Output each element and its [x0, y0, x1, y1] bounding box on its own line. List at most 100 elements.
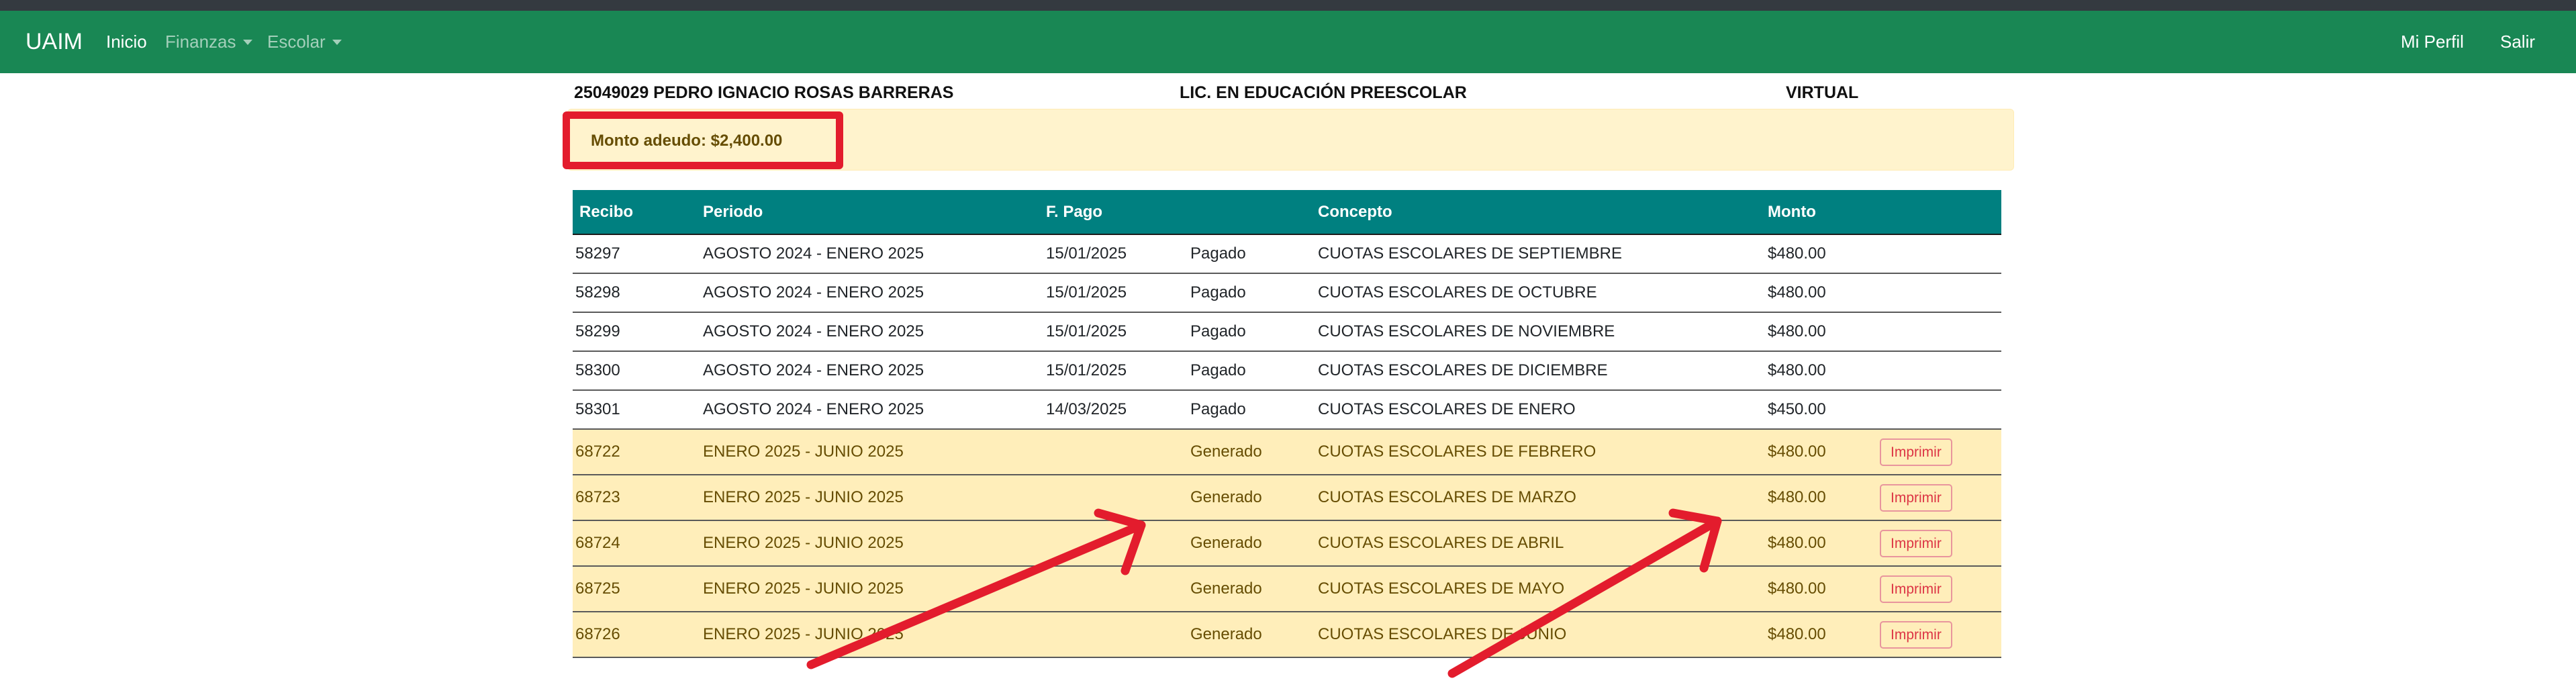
nav-item-label: Salir: [2500, 32, 2536, 52]
cell-recibo: 58297: [573, 234, 687, 274]
column-header-recibo: Recibo: [573, 190, 687, 235]
nav-item-label: Finanzas: [165, 32, 236, 52]
column-header-estado: [1185, 190, 1310, 235]
cell-concepto: CUOTAS ESCOLARES DE ENERO: [1310, 390, 1760, 430]
cell-periodo: ENERO 2025 - JUNIO 2025: [687, 612, 1041, 658]
column-header-action: [1877, 190, 2001, 235]
cell-concepto: CUOTAS ESCOLARES DE OCTUBRE: [1310, 273, 1760, 313]
nav-item-inicio[interactable]: Inicio: [106, 32, 147, 52]
table-row: 58297 AGOSTO 2024 - ENERO 2025 15/01/2025 P…: [573, 234, 2001, 274]
print-button[interactable]: Imprimir: [1880, 483, 1952, 512]
table-row: 58299 AGOSTO 2024 - ENERO 2025 15/01/2025 P…: [573, 312, 2001, 352]
student-program: LIC. EN EDUCACIÓN PREESCOLAR: [1180, 83, 1467, 102]
cell-estado: Generado: [1185, 475, 1310, 521]
navbar: UAIM Inicio Finanzas Escolar Mi Perfil S…: [0, 11, 2576, 73]
cell-estado: Generado: [1185, 429, 1310, 475]
nav-item-label: Inicio: [106, 32, 147, 52]
cell-recibo: 68725: [573, 566, 687, 612]
cell-estado: Generado: [1185, 566, 1310, 612]
cell-monto: $480.00: [1760, 475, 1877, 521]
cell-recibo: 58298: [573, 273, 687, 313]
cell-monto: $450.00: [1760, 390, 1877, 430]
cell-estado: Pagado: [1185, 234, 1310, 274]
cell-fecha: [1041, 612, 1185, 658]
table-row: 68722 ENERO 2025 - JUNIO 2025 Generado CUOT…: [573, 429, 2001, 475]
cell-estado: Pagado: [1185, 312, 1310, 352]
print-button[interactable]: Imprimir: [1880, 620, 1952, 649]
cell-concepto: CUOTAS ESCOLARES DE JUNIO: [1310, 612, 1760, 658]
cell-monto: $480.00: [1760, 566, 1877, 612]
cell-action: Imprimir: [1877, 475, 2001, 521]
cell-monto: $480.00: [1760, 429, 1877, 475]
cell-action: [1877, 234, 2001, 274]
table-row: 68724 ENERO 2025 - JUNIO 2025 Generado CUOT…: [573, 520, 2001, 567]
cell-periodo: ENERO 2025 - JUNIO 2025: [687, 475, 1041, 521]
column-header-concepto: Concepto: [1310, 190, 1760, 235]
cell-concepto: CUOTAS ESCOLARES DE SEPTIEMBRE: [1310, 234, 1760, 274]
cell-periodo: AGOSTO 2024 - ENERO 2025: [687, 234, 1041, 274]
cell-fecha: 15/01/2025: [1041, 312, 1185, 352]
receipts-table: Recibo Periodo F. Pago Concepto Monto 58…: [573, 190, 2001, 658]
cell-fecha: [1041, 520, 1185, 567]
cell-periodo: AGOSTO 2024 - ENERO 2025: [687, 273, 1041, 313]
student-id-name: 25049029 PEDRO IGNACIO ROSAS BARRERAS: [574, 83, 954, 102]
nav-item-mi-perfil[interactable]: Mi Perfil: [2401, 32, 2464, 52]
cell-monto: $480.00: [1760, 351, 1877, 391]
cell-concepto: CUOTAS ESCOLARES DE ABRIL: [1310, 520, 1760, 567]
cell-monto: $480.00: [1760, 273, 1877, 313]
column-header-f-pago: F. Pago: [1041, 190, 1185, 235]
nav-item-escolar[interactable]: Escolar: [267, 32, 342, 52]
cell-monto: $480.00: [1760, 234, 1877, 274]
cell-monto: $480.00: [1760, 520, 1877, 567]
nav-item-label: Mi Perfil: [2401, 32, 2464, 52]
cell-fecha: [1041, 475, 1185, 521]
nav-item-salir[interactable]: Salir: [2500, 32, 2535, 52]
cell-action: Imprimir: [1877, 429, 2001, 475]
cell-fecha: 15/01/2025: [1041, 273, 1185, 313]
cell-fecha: 15/01/2025: [1041, 234, 1185, 274]
cell-concepto: CUOTAS ESCOLARES DE FEBRERO: [1310, 429, 1760, 475]
print-button[interactable]: Imprimir: [1880, 438, 1952, 466]
cell-periodo: AGOSTO 2024 - ENERO 2025: [687, 390, 1041, 430]
navbar-brand[interactable]: UAIM: [26, 29, 83, 55]
cell-periodo: ENERO 2025 - JUNIO 2025: [687, 520, 1041, 567]
table-row: 58300 AGOSTO 2024 - ENERO 2025 15/01/2025 P…: [573, 351, 2001, 391]
cell-concepto: CUOTAS ESCOLARES DE MARZO: [1310, 475, 1760, 521]
nav-item-finanzas[interactable]: Finanzas: [165, 32, 252, 52]
cell-action: [1877, 390, 2001, 430]
cell-estado: Generado: [1185, 520, 1310, 567]
cell-estado: Generado: [1185, 612, 1310, 658]
cell-action: Imprimir: [1877, 566, 2001, 612]
cell-fecha: 14/03/2025: [1041, 390, 1185, 430]
chevron-down-icon: [242, 39, 252, 45]
cell-concepto: CUOTAS ESCOLARES DE MAYO: [1310, 566, 1760, 612]
cell-estado: Pagado: [1185, 351, 1310, 391]
cell-action: [1877, 351, 2001, 391]
cell-action: Imprimir: [1877, 520, 2001, 567]
cell-action: [1877, 273, 2001, 313]
cell-concepto: CUOTAS ESCOLARES DE DICIEMBRE: [1310, 351, 1760, 391]
nav-item-label: Escolar: [267, 32, 326, 52]
table-header-row: Recibo Periodo F. Pago Concepto Monto: [573, 190, 2001, 235]
table-row: 68723 ENERO 2025 - JUNIO 2025 Generado CUOT…: [573, 475, 2001, 521]
table-row: 58298 AGOSTO 2024 - ENERO 2025 15/01/2025 P…: [573, 273, 2001, 313]
cell-recibo: 58299: [573, 312, 687, 352]
cell-action: Imprimir: [1877, 612, 2001, 658]
cell-action: [1877, 312, 2001, 352]
student-info-row: 25049029 PEDRO IGNACIO ROSAS BARRERAS LI…: [0, 79, 2576, 106]
cell-periodo: ENERO 2025 - JUNIO 2025: [687, 429, 1041, 475]
print-button[interactable]: Imprimir: [1880, 575, 1952, 603]
cell-monto: $480.00: [1760, 312, 1877, 352]
student-modality: VIRTUAL: [1786, 83, 1859, 102]
cell-recibo: 58300: [573, 351, 687, 391]
cell-periodo: AGOSTO 2024 - ENERO 2025: [687, 351, 1041, 391]
cell-periodo: AGOSTO 2024 - ENERO 2025: [687, 312, 1041, 352]
cell-recibo: 68723: [573, 475, 687, 521]
cell-concepto: CUOTAS ESCOLARES DE NOVIEMBRE: [1310, 312, 1760, 352]
cell-recibo: 58301: [573, 390, 687, 430]
chevron-down-icon: [332, 39, 342, 45]
cell-recibo: 68724: [573, 520, 687, 567]
print-button[interactable]: Imprimir: [1880, 529, 1952, 557]
table-row: 58301 AGOSTO 2024 - ENERO 2025 14/03/2025 P…: [573, 390, 2001, 430]
table-row: 68726 ENERO 2025 - JUNIO 2025 Generado CUOT…: [573, 612, 2001, 658]
